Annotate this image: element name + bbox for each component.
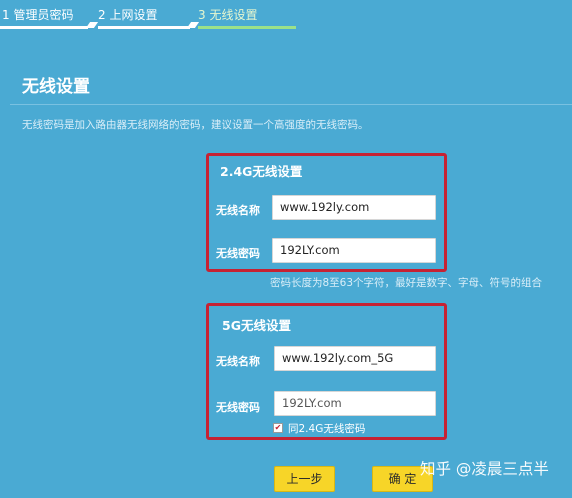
band-5g-ssid-label: 无线名称	[216, 355, 260, 368]
step-separator	[85, 22, 99, 28]
step-admin-password: 1 管理员密码	[2, 8, 74, 22]
step-internet-setup: 2 上网设置	[98, 8, 158, 22]
step-progress-line	[0, 26, 88, 29]
password-hint: 密码长度为8至63个字符，最好是数字、字母、符号的组合	[270, 277, 543, 289]
band-5g-password-input[interactable]: 192LY.com	[274, 391, 436, 416]
band-24g-ssid-input[interactable]: www.192ly.com	[272, 195, 436, 220]
band-24g-password-input[interactable]: 192LY.com	[272, 238, 436, 263]
page-title: 无线设置	[22, 77, 90, 97]
step-progress-line	[98, 26, 190, 29]
band-5g-title: 5G无线设置	[222, 318, 291, 333]
watermark: 知乎 @凌晨三点半	[420, 460, 549, 478]
same-password-label: 同2.4G无线密码	[288, 423, 366, 435]
band-5g-password-label: 无线密码	[216, 401, 260, 414]
title-divider	[10, 104, 572, 105]
step-wireless-setup: 3 无线设置	[198, 8, 258, 22]
band-24g-title: 2.4G无线设置	[220, 164, 303, 179]
band-24g-ssid-label: 无线名称	[216, 204, 260, 217]
step-active-line	[198, 26, 296, 29]
same-password-checkbox[interactable]: ✔	[273, 423, 283, 433]
setup-stepper: 1 管理员密码 2 上网设置 3 无线设置	[0, 0, 572, 34]
previous-button[interactable]: 上一步	[274, 466, 335, 492]
band-24g-password-label: 无线密码	[216, 247, 260, 260]
band-5g-ssid-input[interactable]: www.192ly.com_5G	[274, 346, 436, 371]
page-description: 无线密码是加入路由器无线网络的密码，建议设置一个高强度的无线密码。	[22, 119, 369, 131]
